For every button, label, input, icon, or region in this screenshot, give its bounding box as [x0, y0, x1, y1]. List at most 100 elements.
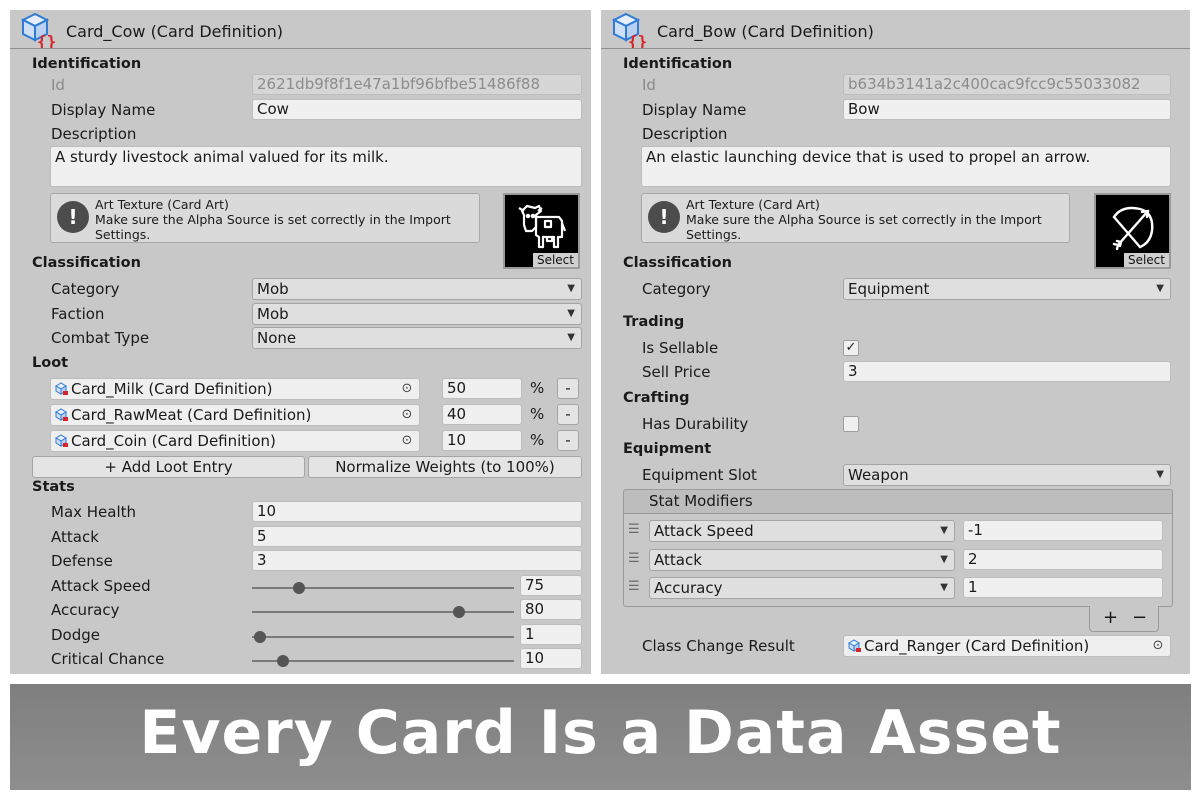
max-health-field[interactable]: 10: [252, 501, 582, 522]
help-line-3: Settings.: [95, 227, 151, 242]
help-line-1: Art Texture (Card Art): [686, 197, 820, 212]
card-art-slot[interactable]: Select: [503, 193, 580, 269]
max-health-label: Max Health: [51, 503, 137, 521]
modifier-stat-dropdown[interactable]: Attack Speed ▼: [649, 520, 955, 542]
combat-type-dropdown[interactable]: None ▼: [252, 327, 582, 349]
remove-loot-button[interactable]: -: [557, 404, 579, 425]
modifier-stat-dropdown[interactable]: Attack ▼: [649, 549, 955, 571]
slider-label: Dodge: [51, 626, 100, 644]
modifier-value-field[interactable]: -1: [963, 520, 1163, 541]
has-durability-checkbox[interactable]: [843, 416, 859, 432]
slider-value-field[interactable]: 10: [520, 648, 582, 669]
dropdown-arrow-icon: ▼: [940, 525, 948, 536]
sell-price-field[interactable]: 3: [843, 361, 1171, 382]
card-art-slot[interactable]: Select: [1094, 193, 1171, 269]
dropdown-arrow-icon: ▼: [940, 554, 948, 565]
slider-value-field[interactable]: 75: [520, 575, 582, 596]
section-loot: Loot: [32, 355, 69, 371]
loot-weight-field[interactable]: 40: [442, 404, 522, 425]
slider-value-field[interactable]: 1: [520, 624, 582, 645]
help-line-2: Make sure the Alpha Source is set correc…: [95, 212, 451, 227]
is-sellable-checkbox[interactable]: ✓: [843, 340, 859, 356]
dropdown-arrow-icon: ▼: [1156, 283, 1164, 294]
category-dropdown[interactable]: Equipment ▼: [843, 278, 1171, 300]
drag-handle-icon[interactable]: ☰: [628, 522, 640, 537]
loot-asset-name: Card_Coin (Card Definition): [71, 432, 276, 450]
category-dropdown[interactable]: Mob ▼: [252, 278, 582, 300]
loot-asset-field[interactable]: Card_Milk (Card Definition) ⊙: [50, 378, 420, 400]
description-field[interactable]: An elastic launching device that is used…: [641, 146, 1171, 187]
defense-field[interactable]: 3: [252, 550, 582, 571]
is-sellable-label: Is Sellable: [642, 339, 719, 357]
section-identification: Identification: [623, 56, 733, 72]
normalize-weights-button[interactable]: Normalize Weights (to 100%): [308, 456, 582, 478]
remove-loot-button[interactable]: -: [557, 430, 579, 451]
inspector-title: Card_Bow (Card Definition): [657, 22, 874, 41]
category-value: Mob: [257, 280, 289, 298]
cow-icon: [518, 204, 567, 249]
bow-and-arrow-icon: [1112, 206, 1154, 251]
slider-track[interactable]: [252, 636, 514, 638]
slider-value-field[interactable]: 80: [520, 599, 582, 620]
category-value: Equipment: [848, 280, 930, 298]
loot-asset-field[interactable]: Card_Coin (Card Definition) ⊙: [50, 430, 420, 452]
list-footer: + −: [1089, 606, 1159, 632]
section-trading: Trading: [623, 314, 685, 330]
drag-handle-icon[interactable]: ☰: [628, 579, 640, 594]
section-stats: Stats: [32, 479, 75, 495]
loot-asset-name: Card_RawMeat (Card Definition): [71, 406, 312, 424]
category-label: Category: [642, 280, 711, 298]
slider-thumb[interactable]: [254, 631, 266, 643]
slider-track[interactable]: [252, 660, 514, 662]
slider-thumb[interactable]: [293, 582, 305, 594]
add-modifier-button[interactable]: +: [1103, 607, 1118, 628]
id-label: Id: [642, 76, 656, 94]
modifier-value-field[interactable]: 2: [963, 549, 1163, 570]
equipment-slot-dropdown[interactable]: Weapon ▼: [843, 464, 1171, 486]
display-name-field[interactable]: Cow: [252, 99, 582, 120]
dropdown-arrow-icon: ▼: [567, 308, 575, 319]
add-loot-entry-button[interactable]: + Add Loot Entry: [32, 456, 305, 478]
modifier-stat-value: Attack: [654, 551, 702, 569]
modifier-stat-dropdown[interactable]: Accuracy ▼: [649, 577, 955, 599]
dropdown-arrow-icon: ▼: [940, 582, 948, 593]
select-art-button[interactable]: Select: [532, 253, 578, 267]
help-line-1: Art Texture (Card Art): [95, 197, 229, 212]
slider-track[interactable]: [252, 587, 514, 589]
loot-weight-field[interactable]: 50: [442, 378, 522, 399]
scriptable-object-icon: [55, 382, 68, 395]
object-picker-icon[interactable]: ⊙: [395, 405, 419, 425]
object-picker-icon[interactable]: ⊙: [395, 379, 419, 399]
equipment-slot-value: Weapon: [848, 466, 909, 484]
slider-track[interactable]: [252, 611, 514, 613]
select-art-button[interactable]: Select: [1123, 253, 1169, 267]
stat-modifiers-header[interactable]: Stat Modifiers: [623, 489, 1173, 514]
loot-asset-field[interactable]: Card_RawMeat (Card Definition) ⊙: [50, 404, 420, 426]
remove-loot-button[interactable]: -: [557, 378, 579, 399]
id-label: Id: [51, 76, 65, 94]
loot-weight-field[interactable]: 10: [442, 430, 522, 451]
section-crafting: Crafting: [623, 390, 690, 406]
modifier-value-field[interactable]: 1: [963, 577, 1163, 598]
id-field: 2621db9f8f1e47a1bf96bfbe51486f88: [252, 74, 582, 95]
percent-label: %: [530, 379, 545, 397]
display-name-label: Display Name: [51, 101, 156, 119]
display-name-field[interactable]: Bow: [843, 99, 1171, 120]
card-bow-inspector: {} Card_Bow (Card Definition) Identifica…: [601, 10, 1190, 674]
percent-label: %: [530, 405, 545, 423]
slider-thumb[interactable]: [277, 655, 289, 667]
defense-label: Defense: [51, 552, 113, 570]
slider-label: Critical Chance: [51, 650, 165, 668]
description-field[interactable]: A sturdy livestock animal valued for its…: [50, 146, 582, 187]
faction-dropdown[interactable]: Mob ▼: [252, 303, 582, 325]
object-picker-icon[interactable]: ⊙: [395, 431, 419, 451]
remove-modifier-button[interactable]: −: [1132, 607, 1147, 628]
section-identification: Identification: [32, 56, 142, 72]
attack-field[interactable]: 5: [252, 526, 582, 547]
drag-handle-icon[interactable]: ☰: [628, 551, 640, 566]
class-change-field[interactable]: Card_Ranger (Card Definition) ⊙: [843, 635, 1171, 657]
stat-modifiers-title: Stat Modifiers: [649, 492, 753, 510]
svg-text:{}: {}: [37, 32, 56, 48]
slider-thumb[interactable]: [453, 606, 465, 618]
object-picker-icon[interactable]: ⊙: [1146, 636, 1170, 656]
